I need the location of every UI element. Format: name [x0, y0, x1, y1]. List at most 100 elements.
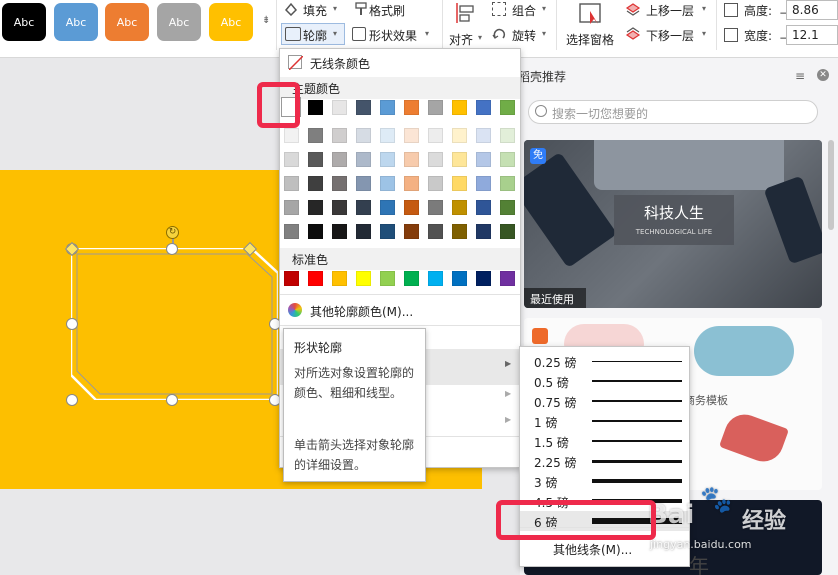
color-swatch[interactable]	[284, 200, 299, 215]
color-swatch[interactable]	[404, 100, 419, 115]
color-swatch[interactable]	[308, 224, 323, 239]
color-swatch[interactable]	[404, 152, 419, 167]
color-swatch[interactable]	[284, 128, 299, 143]
standard-color-swatch[interactable]	[356, 271, 371, 286]
color-swatch[interactable]	[500, 200, 515, 215]
color-swatch[interactable]	[332, 100, 347, 115]
fill-button[interactable]: 填充	[303, 2, 327, 19]
color-swatch[interactable]	[452, 128, 467, 143]
color-swatch[interactable]	[428, 128, 443, 143]
color-swatch[interactable]	[380, 224, 395, 239]
color-swatch[interactable]	[476, 224, 491, 239]
color-swatch[interactable]	[284, 224, 299, 239]
weight-option[interactable]: 1.5 磅	[520, 431, 689, 451]
color-swatch[interactable]	[500, 100, 515, 115]
resize-handle[interactable]	[66, 394, 78, 406]
color-swatch[interactable]	[332, 152, 347, 167]
other-lines-option[interactable]: 其他线条(M)...	[553, 541, 632, 558]
color-swatch[interactable]	[356, 176, 371, 191]
standard-color-swatch[interactable]	[452, 271, 467, 286]
align-button[interactable]: 对齐	[449, 31, 473, 48]
color-swatch[interactable]	[356, 100, 371, 115]
filter-icon[interactable]: ≡	[795, 69, 805, 83]
standard-color-swatch[interactable]	[500, 271, 515, 286]
chevron-down-icon[interactable]: ▾	[702, 4, 706, 13]
resize-handle[interactable]	[166, 243, 178, 255]
shape-style-black[interactable]: Abc	[2, 3, 46, 41]
color-swatch[interactable]	[452, 152, 467, 167]
color-swatch[interactable]	[284, 152, 299, 167]
weight-option[interactable]: 2.25 磅	[520, 451, 689, 471]
color-swatch[interactable]	[404, 176, 419, 191]
color-swatch[interactable]	[380, 100, 395, 115]
color-swatch[interactable]	[284, 176, 299, 191]
rotate-handle-icon[interactable]: ↻	[166, 226, 179, 239]
bring-forward-button[interactable]: 上移一层	[646, 2, 694, 19]
selection-pane-button[interactable]: 选择窗格	[566, 31, 614, 48]
color-swatch[interactable]	[308, 128, 323, 143]
color-swatch[interactable]	[428, 176, 443, 191]
chevron-down-icon[interactable]: ▾	[542, 4, 546, 13]
color-swatch[interactable]	[500, 152, 515, 167]
standard-color-swatch[interactable]	[332, 271, 347, 286]
resize-handle[interactable]	[166, 394, 178, 406]
color-swatch[interactable]	[476, 152, 491, 167]
search-input[interactable]: 搜索一切您想要的	[528, 100, 818, 124]
color-swatch[interactable]	[452, 200, 467, 215]
standard-color-swatch[interactable]	[476, 271, 491, 286]
color-swatch[interactable]	[428, 152, 443, 167]
color-swatch[interactable]	[452, 224, 467, 239]
color-swatch[interactable]	[476, 128, 491, 143]
group-button[interactable]: 组合	[512, 2, 536, 19]
weight-option[interactable]: 0.25 磅	[520, 351, 689, 371]
weight-option[interactable]: 3 磅	[520, 471, 689, 491]
color-swatch[interactable]	[500, 224, 515, 239]
no-line-option[interactable]: 无线条颜色	[310, 55, 370, 72]
shape-style-orange[interactable]: Abc	[105, 3, 149, 41]
standard-color-swatch[interactable]	[308, 271, 323, 286]
color-swatch[interactable]	[332, 200, 347, 215]
color-swatch[interactable]	[476, 100, 491, 115]
shape-style-gray[interactable]: Abc	[157, 3, 201, 41]
color-swatch[interactable]	[380, 200, 395, 215]
color-swatch[interactable]	[452, 176, 467, 191]
weight-option[interactable]: 1 磅	[520, 411, 689, 431]
color-swatch[interactable]	[428, 200, 443, 215]
shape-effect-button[interactable]: 形状效果	[369, 27, 417, 44]
color-swatch[interactable]	[332, 224, 347, 239]
color-swatch[interactable]	[500, 176, 515, 191]
color-swatch[interactable]	[356, 224, 371, 239]
color-swatch[interactable]	[476, 200, 491, 215]
color-swatch[interactable]	[428, 224, 443, 239]
rotate-button[interactable]: 旋转	[512, 27, 536, 44]
send-backward-button[interactable]: 下移一层	[646, 27, 694, 44]
color-swatch[interactable]	[356, 152, 371, 167]
weight-option[interactable]: 0.5 磅	[520, 371, 689, 391]
styles-more-icon[interactable]: ⇟	[262, 15, 270, 26]
height-input[interactable]: 8.86	[786, 0, 838, 20]
color-swatch[interactable]	[308, 200, 323, 215]
color-swatch[interactable]	[404, 200, 419, 215]
chevron-down-icon[interactable]: ▾	[333, 29, 337, 38]
scrollbar-thumb[interactable]	[828, 140, 834, 230]
shape-style-gold[interactable]: Abc	[209, 3, 253, 41]
color-swatch[interactable]	[452, 100, 467, 115]
chevron-down-icon[interactable]: ▾	[478, 33, 482, 42]
color-swatch[interactable]	[308, 100, 323, 115]
color-swatch[interactable]	[380, 152, 395, 167]
color-swatch[interactable]	[428, 100, 443, 115]
standard-color-swatch[interactable]	[404, 271, 419, 286]
color-swatch[interactable]	[380, 128, 395, 143]
color-swatch[interactable]	[356, 128, 371, 143]
color-swatch[interactable]	[308, 152, 323, 167]
resize-handle[interactable]	[66, 318, 78, 330]
color-swatch[interactable]	[476, 176, 491, 191]
color-swatch[interactable]	[332, 128, 347, 143]
template-card-tech[interactable]: 科技人生 TECHNOLOGICAL LIFE 免 最近使用	[524, 140, 822, 308]
color-swatch[interactable]	[500, 128, 515, 143]
standard-color-swatch[interactable]	[380, 271, 395, 286]
chevron-down-icon[interactable]: ▾	[425, 29, 429, 38]
other-colors-option[interactable]: 其他轮廓颜色(M)...	[310, 303, 413, 320]
weight-option[interactable]: 0.75 磅	[520, 391, 689, 411]
color-swatch[interactable]	[404, 224, 419, 239]
